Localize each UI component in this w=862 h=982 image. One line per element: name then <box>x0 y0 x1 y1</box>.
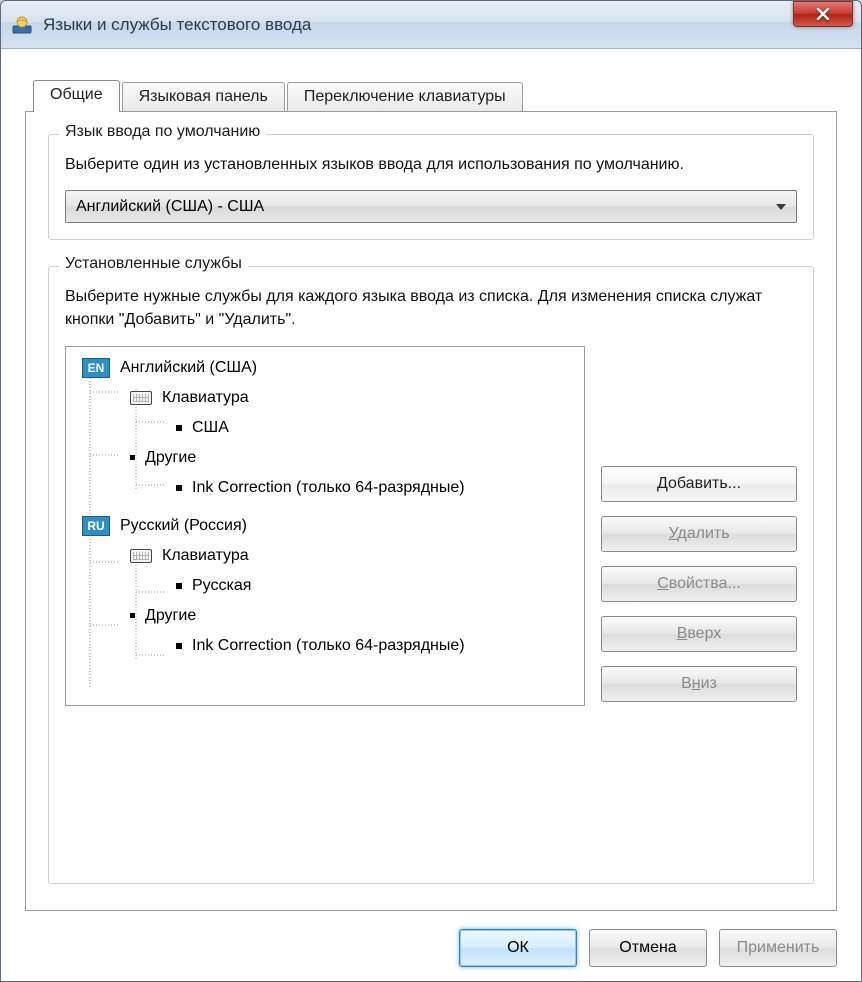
tree-item-en-ink-label: Ink Correction (только 64-разрядные) <box>192 479 465 497</box>
tree-cat-en-keyboard[interactable]: Клавиатура <box>72 383 578 413</box>
bullet-icon <box>176 583 182 589</box>
group-default-legend: Язык ввода по умолчанию <box>59 123 266 141</box>
chevron-down-icon <box>776 204 786 210</box>
tree-cat-ru-keyboard[interactable]: Клавиатура <box>72 541 578 571</box>
keyboard-icon <box>130 391 152 405</box>
services-tree[interactable]: EN Английский (США) Клавиатура США <box>65 346 585 706</box>
close-button[interactable] <box>793 1 853 27</box>
client-area: Общие Языковая панель Переключение клави… <box>1 49 861 981</box>
ok-button[interactable]: ОК <box>459 929 577 967</box>
tree-cat-ru-keyboard-label: Клавиатура <box>162 547 249 565</box>
tree-cat-en-other-label: Другие <box>145 449 196 467</box>
group-services-legend: Установленные службы <box>59 255 248 273</box>
tree-item-en-ink[interactable]: Ink Correction (только 64-разрядные) <box>72 473 578 503</box>
group-services-desc: Выберите нужные службы для каждого языка… <box>65 285 797 331</box>
tabpanel-general: Язык ввода по умолчанию Выберите один из… <box>25 111 837 911</box>
tree-item-ru-ink[interactable]: Ink Correction (только 64-разрядные) <box>72 631 578 661</box>
dialog-window: Языки и службы текстового ввода Общие Яз… <box>0 0 862 982</box>
group-default-language: Язык ввода по умолчанию Выберите один из… <box>48 134 814 240</box>
properties-button[interactable]: Свойства... <box>601 566 797 602</box>
tree-lang-ru-label: Русский (Россия) <box>120 517 247 535</box>
tab-langbar[interactable]: Языковая панель <box>122 82 285 112</box>
group-default-desc: Выберите один из установленных языков вв… <box>65 153 797 176</box>
up-button[interactable]: Вверх <box>601 616 797 652</box>
lang-badge-ru: RU <box>82 516 110 536</box>
apply-button[interactable]: Применить <box>719 929 837 967</box>
down-button[interactable]: Вниз <box>601 666 797 702</box>
tree-lang-en-label: Английский (США) <box>120 359 257 377</box>
tree-item-ru-ink-label: Ink Correction (только 64-разрядные) <box>192 637 465 655</box>
tree-item-ru-russian-label: Русская <box>192 577 251 595</box>
tabstrip: Общие Языковая панель Переключение клави… <box>25 73 837 111</box>
tree-item-en-us[interactable]: США <box>72 413 578 443</box>
window-title: Языки и службы текстового ввода <box>43 15 857 35</box>
bullet-icon <box>176 425 182 431</box>
bullet-icon <box>176 485 182 491</box>
dialog-buttons: ОК Отмена Применить <box>25 911 837 967</box>
bullet-icon <box>176 643 182 649</box>
keyboard-icon <box>130 549 152 563</box>
tab-general[interactable]: Общие <box>33 80 120 112</box>
tree-lang-ru[interactable]: RU Русский (Россия) <box>72 511 578 541</box>
add-button[interactable]: Добавить... <box>601 466 797 502</box>
app-icon <box>11 14 33 36</box>
tree-lang-en[interactable]: EN Английский (США) <box>72 353 578 383</box>
tree-cat-en-keyboard-label: Клавиатура <box>162 389 249 407</box>
tree-item-ru-russian[interactable]: Русская <box>72 571 578 601</box>
titlebar[interactable]: Языки и службы текстового ввода <box>1 1 861 49</box>
default-language-value: Английский (США) - США <box>76 198 264 216</box>
service-buttons: Добавить... Удалить Свойства... Вверх Вн <box>601 346 797 706</box>
remove-button[interactable]: Удалить <box>601 516 797 552</box>
tree-item-en-us-label: США <box>192 419 229 437</box>
tree-cat-ru-other-label: Другие <box>145 607 196 625</box>
cancel-button[interactable]: Отмена <box>589 929 707 967</box>
bullet-icon <box>130 455 135 460</box>
tree-cat-en-other[interactable]: Другие <box>72 443 578 473</box>
default-language-dropdown[interactable]: Английский (США) - США <box>65 190 797 223</box>
tab-switching[interactable]: Переключение клавиатуры <box>287 82 523 112</box>
tree-cat-ru-other[interactable]: Другие <box>72 601 578 631</box>
bullet-icon <box>130 613 135 618</box>
lang-badge-en: EN <box>82 358 110 378</box>
group-installed-services: Установленные службы Выберите нужные слу… <box>48 266 814 884</box>
